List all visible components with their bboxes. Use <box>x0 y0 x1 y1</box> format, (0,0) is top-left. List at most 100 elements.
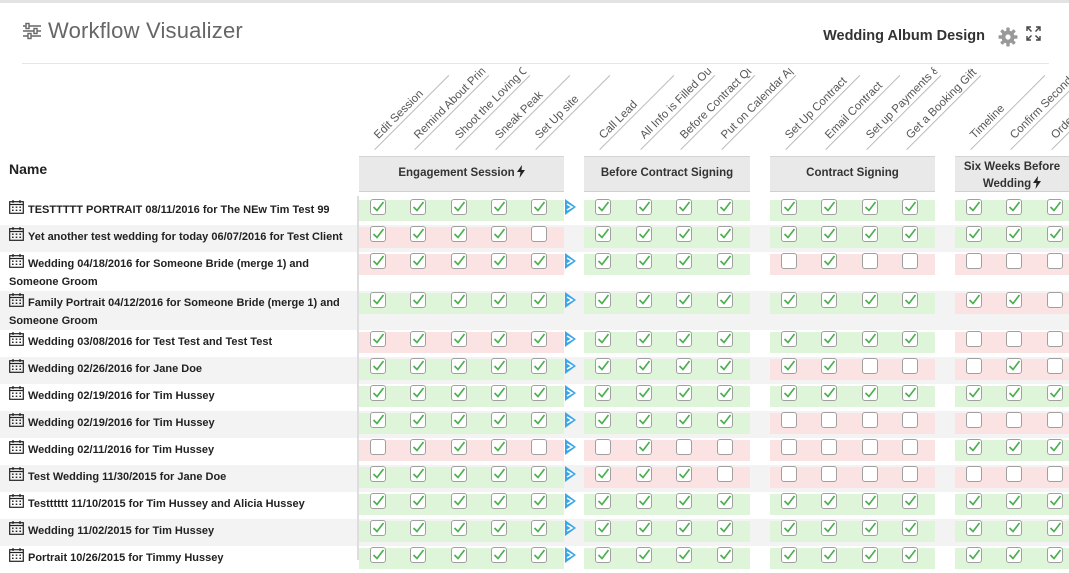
step-checkbox-checked[interactable] <box>717 253 733 269</box>
step-checkbox-checked[interactable] <box>491 226 507 242</box>
bolt-icon[interactable] <box>516 165 525 178</box>
step-checkbox[interactable] <box>862 358 878 374</box>
step-checkbox-checked[interactable] <box>636 199 652 215</box>
step-checkbox-checked[interactable] <box>451 199 467 215</box>
arrow-right-icon[interactable] <box>564 357 577 375</box>
step-checkbox-checked[interactable] <box>595 226 611 242</box>
step-checkbox-checked[interactable] <box>1006 547 1022 563</box>
step-checkbox-checked[interactable] <box>1006 493 1022 509</box>
step-checkbox-checked[interactable] <box>595 466 611 482</box>
step-checkbox[interactable] <box>1047 292 1063 308</box>
step-checkbox-checked[interactable] <box>1006 385 1022 401</box>
step-checkbox-checked[interactable] <box>370 412 386 428</box>
step-checkbox-checked[interactable] <box>781 547 797 563</box>
step-checkbox-checked[interactable] <box>902 292 918 308</box>
step-checkbox[interactable] <box>1047 358 1063 374</box>
row-name[interactable]: Family Portrait 04/12/2016 for Someone B… <box>9 293 359 330</box>
step-checkbox-checked[interactable] <box>862 226 878 242</box>
step-checkbox[interactable] <box>966 358 982 374</box>
step-checkbox-checked[interactable] <box>717 292 733 308</box>
row-name[interactable]: TESTTTTT PORTRAIT 08/11/2016 for The NEw… <box>9 200 359 219</box>
row-name[interactable]: Wedding 02/19/2016 for Tim Hussey <box>9 386 359 405</box>
step-checkbox-checked[interactable] <box>491 358 507 374</box>
arrow-right-icon[interactable] <box>564 411 577 429</box>
step-checkbox-checked[interactable] <box>636 466 652 482</box>
step-checkbox-checked[interactable] <box>966 385 982 401</box>
step-checkbox[interactable] <box>531 226 547 242</box>
row-title[interactable]: Wedding 03/08/2016 for Test Test and Tes… <box>28 336 272 348</box>
step-checkbox-checked[interactable] <box>862 292 878 308</box>
step-checkbox[interactable] <box>1047 466 1063 482</box>
row-name[interactable]: Testttttt 11/10/2015 for Tim Hussey and … <box>9 494 359 513</box>
step-checkbox-checked[interactable] <box>902 547 918 563</box>
step-checkbox-checked[interactable] <box>451 385 467 401</box>
step-checkbox-checked[interactable] <box>1047 520 1063 536</box>
step-checkbox[interactable] <box>781 412 797 428</box>
step-checkbox[interactable] <box>902 439 918 455</box>
step-checkbox-checked[interactable] <box>370 331 386 347</box>
step-checkbox-checked[interactable] <box>531 493 547 509</box>
step-checkbox-checked[interactable] <box>370 253 386 269</box>
step-checkbox-checked[interactable] <box>491 292 507 308</box>
step-checkbox-checked[interactable] <box>531 466 547 482</box>
step-checkbox-checked[interactable] <box>595 520 611 536</box>
step-checkbox[interactable] <box>595 439 611 455</box>
step-checkbox-checked[interactable] <box>717 520 733 536</box>
row-name[interactable]: Test Wedding 11/30/2015 for Jane Doe <box>9 467 359 486</box>
step-checkbox[interactable] <box>862 412 878 428</box>
step-checkbox[interactable] <box>966 466 982 482</box>
step-checkbox[interactable] <box>902 253 918 269</box>
step-checkbox-checked[interactable] <box>1047 226 1063 242</box>
expand-icon[interactable] <box>1026 26 1041 41</box>
row-title[interactable]: Yet another test wedding for today 06/07… <box>28 231 343 243</box>
step-checkbox-checked[interactable] <box>491 520 507 536</box>
row-title[interactable]: Test Wedding 11/30/2015 for Jane Doe <box>28 471 226 483</box>
step-checkbox-checked[interactable] <box>531 547 547 563</box>
step-checkbox-checked[interactable] <box>717 385 733 401</box>
step-checkbox-checked[interactable] <box>862 520 878 536</box>
row-name[interactable]: Wedding 03/08/2016 for Test Test and Tes… <box>9 332 359 351</box>
step-checkbox-checked[interactable] <box>821 358 837 374</box>
step-checkbox-checked[interactable] <box>676 520 692 536</box>
step-checkbox-checked[interactable] <box>370 226 386 242</box>
arrow-right-icon[interactable] <box>564 330 577 348</box>
step-checkbox-checked[interactable] <box>491 199 507 215</box>
step-checkbox-checked[interactable] <box>636 253 652 269</box>
step-checkbox-checked[interactable] <box>781 358 797 374</box>
step-checkbox-checked[interactable] <box>491 412 507 428</box>
row-name[interactable]: Yet another test wedding for today 06/07… <box>9 227 359 246</box>
step-checkbox-checked[interactable] <box>636 331 652 347</box>
step-checkbox-checked[interactable] <box>636 358 652 374</box>
step-checkbox-checked[interactable] <box>451 412 467 428</box>
step-checkbox[interactable] <box>821 466 837 482</box>
step-checkbox-checked[interactable] <box>676 385 692 401</box>
step-checkbox-checked[interactable] <box>531 331 547 347</box>
sliders-icon[interactable] <box>22 21 42 41</box>
step-checkbox-checked[interactable] <box>451 520 467 536</box>
step-checkbox-checked[interactable] <box>676 331 692 347</box>
step-checkbox-checked[interactable] <box>1047 493 1063 509</box>
step-checkbox-checked[interactable] <box>491 253 507 269</box>
step-checkbox-checked[interactable] <box>1006 358 1022 374</box>
step-checkbox-checked[interactable] <box>636 547 652 563</box>
step-checkbox[interactable] <box>862 466 878 482</box>
step-checkbox-checked[interactable] <box>676 493 692 509</box>
step-checkbox-checked[interactable] <box>595 292 611 308</box>
step-checkbox-checked[interactable] <box>966 520 982 536</box>
step-checkbox-checked[interactable] <box>902 520 918 536</box>
step-checkbox-checked[interactable] <box>410 358 426 374</box>
step-checkbox-checked[interactable] <box>491 439 507 455</box>
step-checkbox-checked[interactable] <box>636 412 652 428</box>
step-checkbox-checked[interactable] <box>451 358 467 374</box>
arrow-right-icon[interactable] <box>564 438 577 456</box>
step-checkbox-checked[interactable] <box>717 493 733 509</box>
step-checkbox[interactable] <box>531 439 547 455</box>
step-checkbox-checked[interactable] <box>1047 199 1063 215</box>
step-checkbox-checked[interactable] <box>966 547 982 563</box>
step-checkbox-checked[interactable] <box>636 493 652 509</box>
bolt-icon[interactable] <box>1033 176 1042 189</box>
step-checkbox-checked[interactable] <box>595 385 611 401</box>
step-checkbox-checked[interactable] <box>451 439 467 455</box>
row-name[interactable]: Portrait 10/26/2015 for Timmy Hussey <box>9 548 359 567</box>
step-checkbox-checked[interactable] <box>1006 520 1022 536</box>
